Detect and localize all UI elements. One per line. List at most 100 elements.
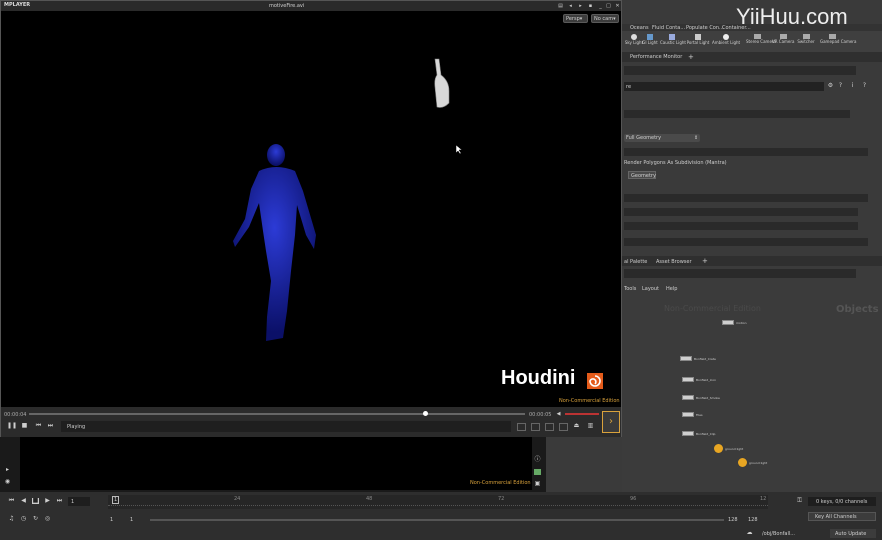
stop-icon[interactable]: ■ [21,423,28,429]
stop-icon[interactable]: ▪ [587,3,594,9]
info-icon[interactable]: ⓘ [534,457,541,463]
range-end-playback[interactable]: 128 [728,517,738,523]
param-field-5[interactable] [624,222,858,230]
houdini-logo-icon [587,373,603,389]
network-path-bar[interactable] [624,66,856,75]
tool-sky-light[interactable]: Sky Light [624,34,644,45]
global-animation-icon[interactable]: ◎ [44,516,51,522]
param-header-icons: ⚙ ? i ? [827,83,877,91]
gear-icon[interactable]: ⚙ [827,83,834,89]
shelf-tab-oceans[interactable]: Oceans [630,25,649,31]
snapshot-icon[interactable]: ▣ [534,481,541,487]
tool-stereo-camera[interactable]: Stereo Camera [746,34,776,44]
light-node-icon[interactable] [714,444,723,453]
key-all-channels-button[interactable]: Key All Channels [808,512,876,521]
keys-info: 0 keys, 0/0 channels [808,497,876,506]
close-icon[interactable]: ✕ [614,3,621,9]
tool-switcher[interactable]: Switcher [796,34,816,44]
range-end[interactable]: 128 [748,517,758,523]
tool-vr-camera[interactable]: VR Camera [772,34,794,44]
playback-scrubber[interactable] [29,413,525,415]
auto-update-button[interactable]: Auto Update [830,529,876,538]
tool-caustic-light[interactable]: Caustic Light [660,34,686,45]
pause-icon[interactable]: ❚❚ [7,423,17,429]
trash-icon[interactable]: ▥ [587,423,594,429]
persp-menu[interactable]: Persp▾ [563,14,588,23]
tool-gamepad-camera[interactable]: Gamepad Camera [820,34,856,44]
link-icon[interactable] [531,423,540,431]
node-bonfield-icon[interactable] [682,377,694,382]
light-node-icon[interactable] [738,458,747,467]
tool-portal-light[interactable]: Portal Light [686,34,710,45]
range-slider[interactable] [150,519,724,521]
step-back-icon[interactable]: ◀ [20,498,27,504]
volume-slider[interactable] [565,413,599,415]
grid-icon[interactable] [534,469,541,475]
param-field-2[interactable] [624,148,868,156]
jump-end-icon[interactable]: ⏭ [56,498,63,504]
frame-field[interactable]: 1 [68,497,90,506]
tab-asset-browser[interactable]: Asset Browser [656,259,692,265]
key-icon[interactable]: ⚿ [796,498,803,504]
param-field-3[interactable] [624,194,868,202]
node-bonfield-smoke[interactable] [682,395,694,400]
tool-gi-light[interactable]: GI Light [642,34,658,45]
geometry-button[interactable]: Geometry [628,171,656,179]
volume-icon[interactable]: ◀ [555,411,562,417]
help-circle-icon[interactable]: ? [861,83,868,89]
minimize-icon[interactable]: _ [597,3,604,9]
snapshot-icon[interactable] [559,423,568,431]
menu-layout[interactable]: Layout [642,286,659,292]
geometry-dropdown[interactable]: Full Geometry ⇕ [624,134,700,142]
step-back-icon[interactable]: ⏮ [35,423,42,429]
network-path[interactable] [624,269,856,278]
node-bonfield-crete[interactable] [680,356,692,361]
add-tab-icon[interactable]: + [688,53,694,61]
menu-help[interactable]: Help [666,286,677,292]
tool-ambient-light[interactable]: Ambient Light [712,34,740,45]
object-path: /obj/Bonfall... [762,531,796,537]
play-icon[interactable]: ▶ [44,498,51,504]
shelf-tab-populate[interactable]: Populate Con... [686,25,724,31]
tick-label: 72 [498,496,505,502]
param-field-6[interactable] [624,238,868,246]
view-tool-icon[interactable]: ◉ [4,479,11,485]
mouse-cursor-icon [455,144,463,155]
menu-tools[interactable]: Tools [624,286,636,292]
range-start[interactable]: 1 [110,517,113,523]
maximize-icon[interactable]: □ [605,3,612,9]
help-icon[interactable]: ? [837,83,844,89]
param-field-4[interactable] [624,208,858,216]
tab-performance-monitor[interactable]: Performance Monitor [630,54,682,60]
timeline-ruler[interactable]: 1 24 48 72 96 12 [108,495,768,509]
tab-palette[interactable]: al Palette [624,259,647,265]
node-files[interactable] [682,412,694,417]
export-icon[interactable]: ⏏ [573,423,580,429]
add-tab-icon-2[interactable]: + [702,257,708,265]
play-icon[interactable]: ▸ [577,3,584,9]
audio-icon[interactable]: ♫ [8,516,15,522]
ratio-icon[interactable] [545,423,554,431]
fit-icon[interactable] [517,423,526,431]
select-tool-icon[interactable]: ▸ [4,467,11,473]
info-icon[interactable]: i [849,83,856,89]
expand-arrow-button[interactable]: › [602,411,620,433]
rewind-icon[interactable]: ◂ [567,3,574,9]
node-motion[interactable] [722,320,734,325]
step-forward-icon[interactable]: ⏭ [47,423,54,429]
jump-start-icon[interactable]: ⏮ [8,498,15,504]
loop-icon[interactable]: ↻ [32,516,39,522]
shelf-tab-fluid[interactable]: Fluid Conta... [652,25,685,31]
node-path-field[interactable]: re [624,82,824,91]
camera-menu[interactable]: No cam▾ [591,14,619,23]
realtime-icon[interactable]: ◷ [20,516,27,522]
stop-icon[interactable]: ■ [32,498,39,504]
node-label: ground light [749,461,768,465]
scrubber-handle[interactable] [423,411,428,416]
node-bonfield-clip[interactable] [682,431,694,436]
range-start-playback[interactable]: 1 [130,517,133,523]
time-start: 00:00:04 [4,412,27,418]
window-menu-icon[interactable]: ▤ [557,3,564,9]
param-field-1[interactable] [624,110,850,118]
render-polygons-label[interactable]: Render Polygons As Subdivision (Mantra) [624,160,727,166]
